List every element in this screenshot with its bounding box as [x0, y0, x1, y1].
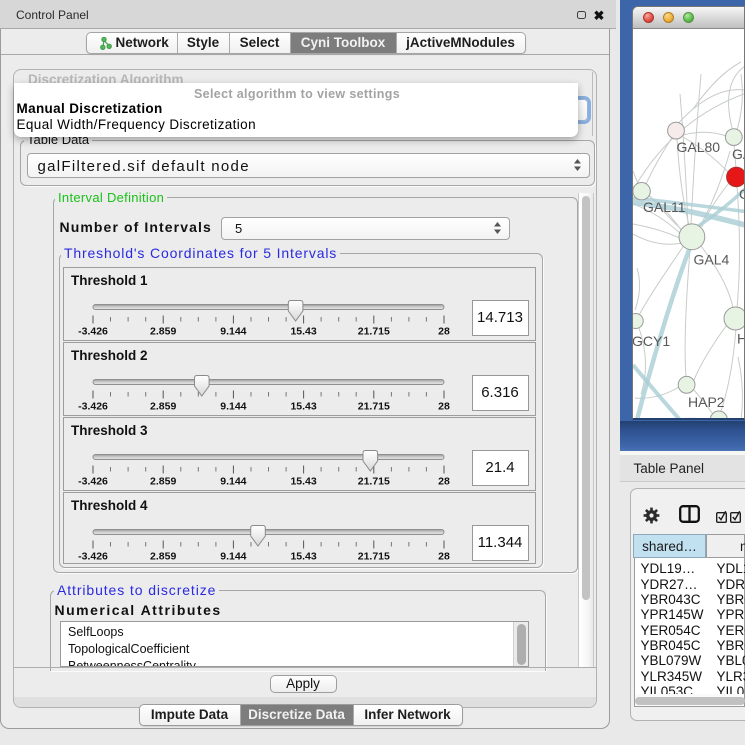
svg-text:C: C — [739, 186, 745, 202]
svg-text:GAL11: GAL11 — [643, 199, 686, 215]
svg-text:21.715: 21.715 — [358, 550, 390, 562]
svg-text:2.859: 2.859 — [150, 325, 176, 337]
svg-text:-3.426: -3.426 — [78, 550, 108, 562]
svg-text:15.43: 15.43 — [290, 550, 316, 562]
svg-text:28: 28 — [438, 400, 450, 412]
svg-text:GA: GA — [732, 146, 745, 162]
svg-text:-3.426: -3.426 — [78, 475, 108, 487]
svg-text:21.715: 21.715 — [358, 400, 390, 412]
svg-text:21.715: 21.715 — [358, 475, 390, 487]
svg-text:H: H — [737, 330, 745, 346]
svg-text:GCY1: GCY1 — [633, 333, 670, 349]
svg-text:2.859: 2.859 — [150, 400, 176, 412]
svg-text:28: 28 — [438, 325, 450, 337]
svg-text:9.144: 9.144 — [220, 325, 246, 337]
svg-text:15.43: 15.43 — [290, 400, 316, 412]
svg-text:2.859: 2.859 — [150, 550, 176, 562]
svg-text:21.715: 21.715 — [358, 325, 390, 337]
svg-text:2.859: 2.859 — [150, 475, 176, 487]
svg-text:9.144: 9.144 — [220, 400, 246, 412]
svg-text:GAL80: GAL80 — [677, 139, 721, 155]
svg-text:15.43: 15.43 — [290, 325, 316, 337]
svg-text:28: 28 — [438, 550, 450, 562]
svg-text:-3.426: -3.426 — [78, 325, 108, 337]
svg-text:28: 28 — [438, 475, 450, 487]
svg-text:HAP2: HAP2 — [688, 394, 725, 410]
svg-text:15.43: 15.43 — [290, 475, 316, 487]
svg-text:9.144: 9.144 — [220, 550, 246, 562]
svg-text:GAL4: GAL4 — [694, 251, 730, 267]
svg-text:-3.426: -3.426 — [78, 400, 108, 412]
svg-text:9.144: 9.144 — [220, 475, 246, 487]
